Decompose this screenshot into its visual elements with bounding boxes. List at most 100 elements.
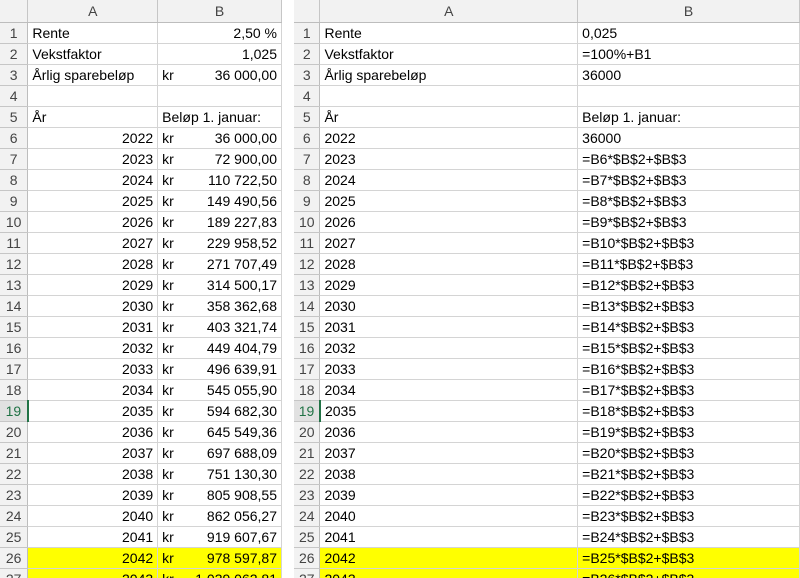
cell-amount[interactable]: kr 149 490,56 [157, 190, 282, 212]
cell-a[interactable]: 2026 [319, 211, 579, 233]
row-header[interactable]: 14 [0, 295, 29, 317]
row-header[interactable]: 15 [0, 316, 29, 338]
select-all-corner[interactable] [294, 0, 321, 23]
cell-b-formula[interactable]: =B13*$B$2+$B$3 [577, 295, 800, 317]
cell-year[interactable]: 2023 [27, 148, 159, 170]
cell-a[interactable]: 2031 [319, 316, 579, 338]
cell-amount[interactable]: kr 229 958,52 [157, 232, 282, 254]
cell-amount[interactable]: kr 496 639,91 [157, 358, 282, 380]
cell-amount[interactable]: kr 358 362,68 [157, 295, 282, 317]
cell-year[interactable]: 2037 [27, 442, 159, 464]
cell-year[interactable]: 2027 [27, 232, 159, 254]
cell-b-formula[interactable]: =B25*$B$2+$B$3 [577, 547, 800, 569]
row-header[interactable]: 2 [0, 43, 29, 65]
row-header[interactable]: 23 [294, 484, 321, 506]
cell-b-formula[interactable]: 36000 [577, 64, 800, 86]
cell-amount[interactable]: kr 189 227,83 [157, 211, 282, 233]
cell-amount[interactable]: kr 978 597,87 [157, 547, 282, 569]
cell-b-formula[interactable]: =B14*$B$2+$B$3 [577, 316, 800, 338]
cell-a[interactable]: Årlig sparebeløp [27, 64, 159, 86]
column-header-b[interactable]: B [157, 0, 282, 23]
cell-year[interactable]: 2028 [27, 253, 159, 275]
row-header[interactable]: 27 [294, 568, 321, 578]
cell-b-formula[interactable]: =B10*$B$2+$B$3 [577, 232, 800, 254]
cell-year[interactable]: 2034 [27, 379, 159, 401]
row-header[interactable]: 8 [294, 169, 321, 191]
cell-a[interactable]: Vekstfaktor [319, 43, 579, 65]
column-header-b[interactable]: B [577, 0, 800, 23]
cell-b-formula[interactable]: =B11*$B$2+$B$3 [577, 253, 800, 275]
row-header[interactable]: 15 [294, 316, 321, 338]
cell-year[interactable]: 2043 [27, 568, 159, 578]
cell-b-formula[interactable]: =B7*$B$2+$B$3 [577, 169, 800, 191]
cell-b-formula[interactable]: =B8*$B$2+$B$3 [577, 190, 800, 212]
cell-a[interactable]: År [319, 106, 579, 128]
row-header[interactable]: 25 [294, 526, 321, 548]
cell-b-formula[interactable]: =B17*$B$2+$B$3 [577, 379, 800, 401]
row-header[interactable]: 27 [0, 568, 29, 578]
cell-a[interactable]: 2035 [319, 400, 579, 422]
select-all-corner[interactable] [0, 0, 29, 23]
row-header[interactable]: 9 [0, 190, 29, 212]
cell-b-formula[interactable]: =B15*$B$2+$B$3 [577, 337, 800, 359]
row-header[interactable]: 12 [294, 253, 321, 275]
column-header-a[interactable]: A [27, 0, 159, 23]
cell-a[interactable]: 2042 [319, 547, 579, 569]
cell-a[interactable] [319, 85, 579, 107]
row-header[interactable]: 10 [0, 211, 29, 233]
row-header[interactable]: 26 [294, 547, 321, 569]
row-header[interactable]: 5 [0, 106, 29, 128]
cell-b[interactable] [157, 85, 282, 107]
row-header[interactable]: 5 [294, 106, 321, 128]
cell-a[interactable]: Vekstfaktor [27, 43, 159, 65]
row-header[interactable]: 13 [0, 274, 29, 296]
cell-a[interactable]: 2027 [319, 232, 579, 254]
row-header[interactable]: 11 [0, 232, 29, 254]
cell-b-formula[interactable]: =B20*$B$2+$B$3 [577, 442, 800, 464]
row-header[interactable]: 4 [294, 85, 321, 107]
cell-amount[interactable]: kr 314 500,17 [157, 274, 282, 296]
cell-year[interactable]: 2039 [27, 484, 159, 506]
cell-a[interactable]: 2022 [319, 127, 579, 149]
cell-a[interactable]: 2040 [319, 505, 579, 527]
cell-year[interactable]: 2031 [27, 316, 159, 338]
cell-b-formula[interactable]: =B9*$B$2+$B$3 [577, 211, 800, 233]
cell-year[interactable]: 2029 [27, 274, 159, 296]
cell-b-formula[interactable]: =100%+B1 [577, 43, 800, 65]
cell-b-formula[interactable]: =B24*$B$2+$B$3 [577, 526, 800, 548]
cell-a[interactable]: 2038 [319, 463, 579, 485]
cell-b-formula[interactable]: =B26*$B$2+$B$3 [577, 568, 800, 578]
row-header[interactable]: 4 [0, 85, 29, 107]
row-header[interactable]: 21 [0, 442, 29, 464]
cell-year[interactable]: 2030 [27, 295, 159, 317]
row-header[interactable]: 10 [294, 211, 321, 233]
cell-amount[interactable]: kr 862 056,27 [157, 505, 282, 527]
cell-year[interactable]: 2038 [27, 463, 159, 485]
cell-a[interactable]: 2023 [319, 148, 579, 170]
cell-amount[interactable]: kr 1 039 062,81 [157, 568, 282, 578]
cell-b[interactable]: kr 36 000,00 [157, 64, 282, 86]
row-header[interactable]: 20 [0, 421, 29, 443]
row-header[interactable]: 16 [0, 337, 29, 359]
row-header[interactable]: 23 [0, 484, 29, 506]
cell-year[interactable]: 2025 [27, 190, 159, 212]
cell-year[interactable]: 2022 [27, 127, 159, 149]
cell-a[interactable]: Rente [319, 22, 579, 44]
row-header[interactable]: 8 [0, 169, 29, 191]
cell-year[interactable]: 2033 [27, 358, 159, 380]
cell-b-formula[interactable]: =B23*$B$2+$B$3 [577, 505, 800, 527]
cell-a[interactable]: 2034 [319, 379, 579, 401]
cell-a[interactable]: 2037 [319, 442, 579, 464]
row-header[interactable]: 25 [0, 526, 29, 548]
cell-amount[interactable]: kr 36 000,00 [157, 127, 282, 149]
row-header[interactable]: 18 [294, 379, 321, 401]
cell-b-formula[interactable]: =B6*$B$2+$B$3 [577, 148, 800, 170]
cell-b-formula[interactable]: =B16*$B$2+$B$3 [577, 358, 800, 380]
cell-b[interactable]: 1,025 [157, 43, 282, 65]
cell-a[interactable]: 2029 [319, 274, 579, 296]
row-header[interactable]: 6 [0, 127, 29, 149]
cell-amount[interactable]: kr 697 688,09 [157, 442, 282, 464]
cell-amount[interactable]: kr 645 549,36 [157, 421, 282, 443]
row-header[interactable]: 24 [294, 505, 321, 527]
cell-a[interactable]: 2028 [319, 253, 579, 275]
